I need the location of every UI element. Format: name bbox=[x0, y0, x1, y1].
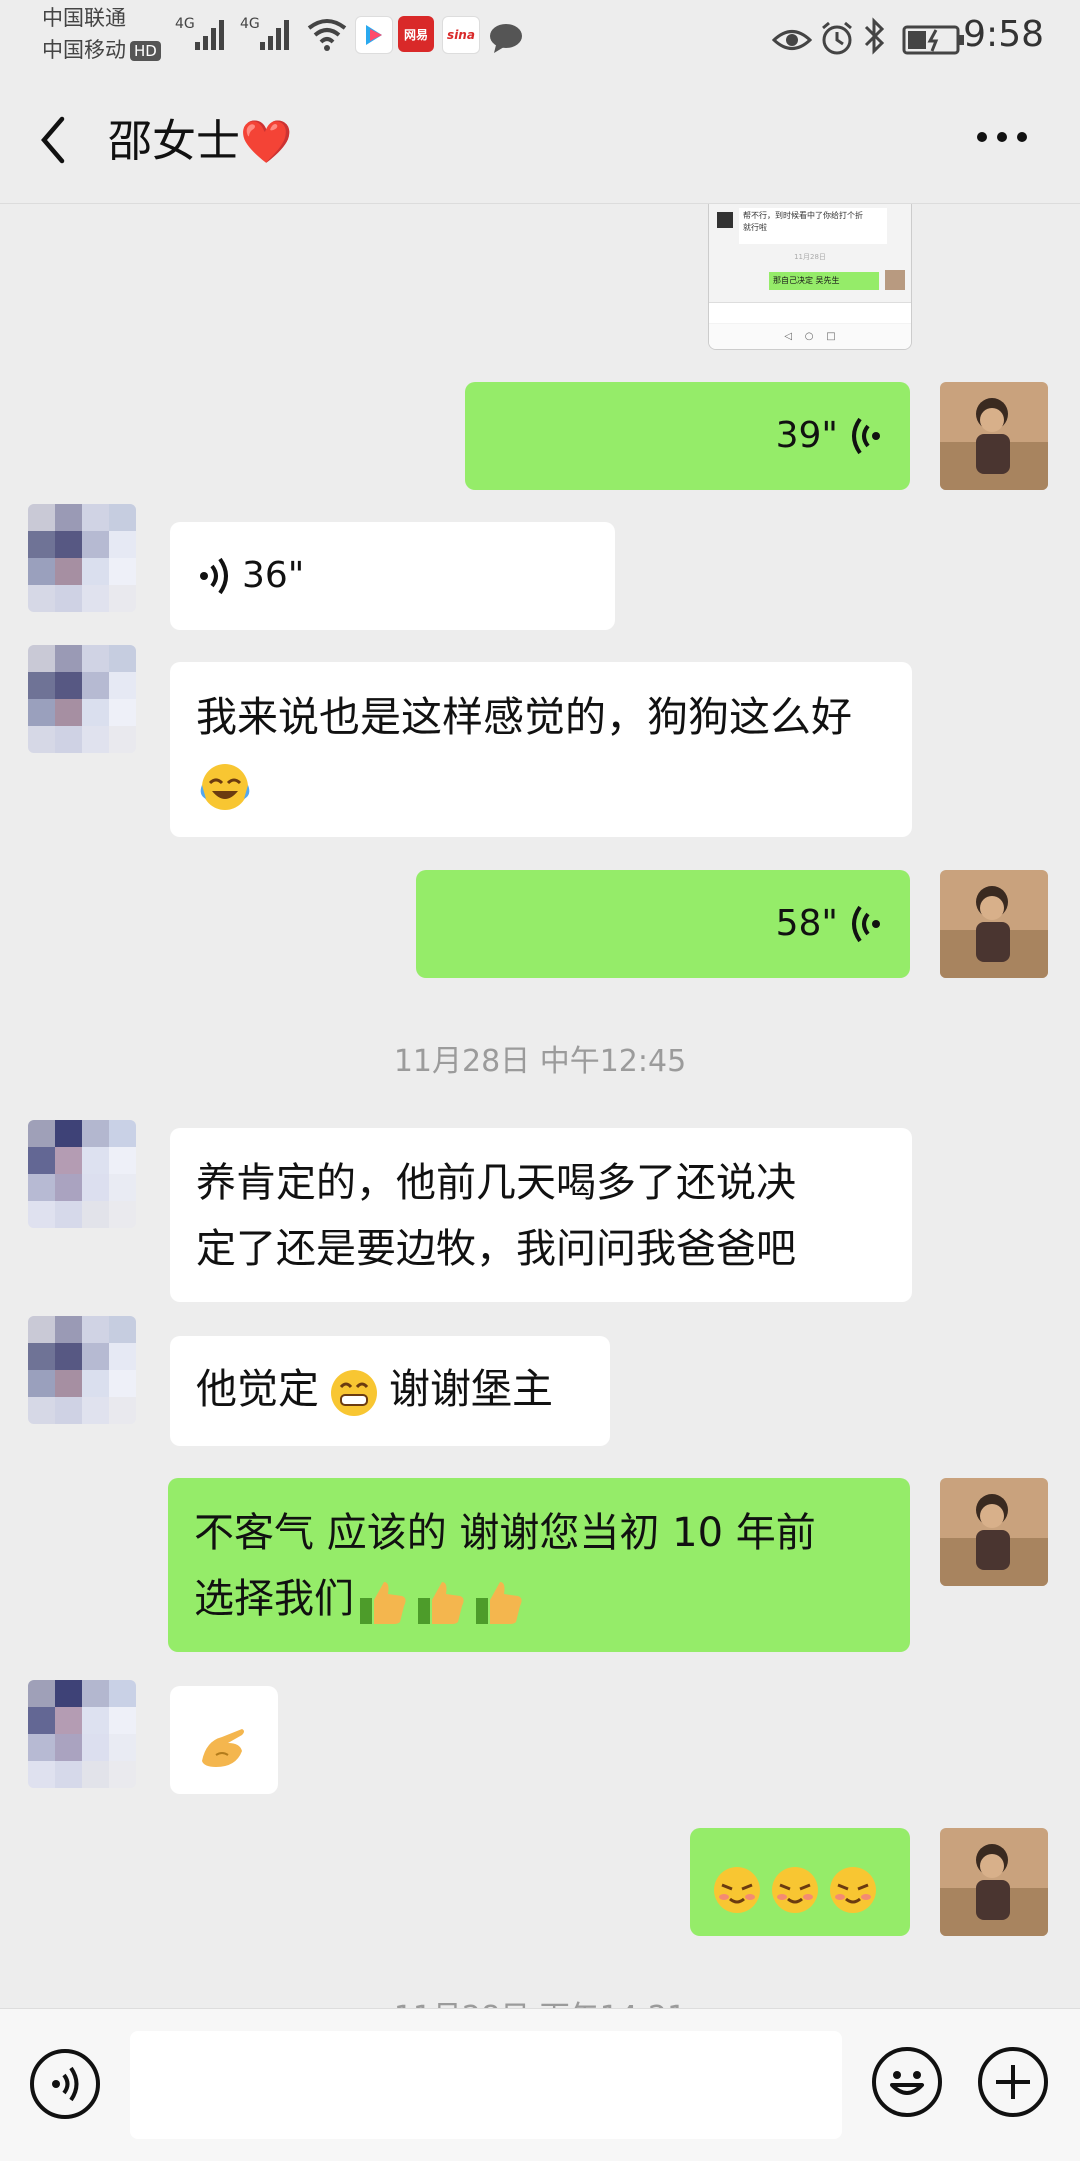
netease-icon: 网易 bbox=[398, 16, 434, 52]
heart-emoji: ❤️ bbox=[240, 117, 293, 166]
text-message[interactable]: 他觉定 谢谢堡主 bbox=[170, 1336, 610, 1446]
voice-duration: 36" bbox=[242, 555, 305, 596]
grin-emoji bbox=[331, 1370, 377, 1416]
svg-text:4G: 4G bbox=[240, 16, 260, 32]
eye-icon bbox=[772, 30, 812, 50]
image-message[interactable]: 帮不行，到时候看中了你给打个折 就行啦 11月28日 那自己决定 吴先生 ◁ ○… bbox=[708, 204, 912, 350]
carrier-name-2: 中国移动 HD bbox=[42, 38, 161, 62]
page-title: 邵女士❤️ bbox=[108, 116, 293, 167]
chat-header: 邵女士❤️ bbox=[0, 75, 1080, 204]
smiling-face-emoji bbox=[830, 1867, 876, 1913]
emoji-button[interactable] bbox=[872, 2047, 942, 2117]
voice-message[interactable]: 39" bbox=[465, 382, 910, 490]
message-icon bbox=[490, 24, 522, 53]
plus-icon bbox=[996, 2065, 1030, 2099]
wifi-icon bbox=[307, 19, 347, 51]
more-icon[interactable] bbox=[976, 130, 1028, 144]
sina-icon: sina bbox=[442, 16, 480, 54]
thumbs-up-emoji bbox=[360, 1582, 406, 1624]
emoji-message[interactable] bbox=[170, 1686, 278, 1794]
contact-avatar[interactable] bbox=[28, 1316, 136, 1424]
my-avatar[interactable] bbox=[940, 1478, 1048, 1586]
message-text: 不客气 应该的 谢谢您当初 10 年前 bbox=[194, 1510, 816, 1556]
hd-badge: HD bbox=[130, 41, 161, 61]
plus-button[interactable] bbox=[978, 2047, 1048, 2117]
contact-avatar[interactable] bbox=[28, 1680, 136, 1788]
contact-avatar[interactable] bbox=[28, 645, 136, 753]
voice-message[interactable]: 36" bbox=[170, 522, 615, 630]
carrier-name: 中国联通 bbox=[42, 6, 126, 30]
voice-input-button[interactable] bbox=[30, 2049, 100, 2119]
input-bar bbox=[0, 2008, 1080, 2161]
message-text: 他觉定 bbox=[196, 1365, 319, 1413]
voice-message[interactable]: 58" bbox=[416, 870, 910, 978]
clock: 9:58 bbox=[963, 14, 1044, 55]
contact-avatar[interactable] bbox=[28, 1120, 136, 1228]
message-text-2: 选择我们 bbox=[194, 1576, 354, 1622]
voice-input-icon bbox=[52, 2066, 79, 2102]
signal-icon-2: 4G bbox=[240, 16, 289, 50]
battery-icon bbox=[902, 25, 964, 55]
signal-icon: 4G bbox=[175, 16, 224, 50]
youku-icon bbox=[355, 16, 393, 54]
back-icon[interactable] bbox=[38, 115, 68, 165]
message-text-2: 谢谢堡主 bbox=[389, 1365, 553, 1413]
thumb-date: 11月28日 bbox=[794, 253, 826, 261]
alarm-icon bbox=[822, 21, 852, 55]
voice-wave-icon bbox=[852, 905, 880, 943]
thumbs-up-emoji bbox=[476, 1582, 522, 1624]
status-bar: 中国联通 中国移动 HD 4G 4G 网易 sina 9:58 bbox=[0, 0, 1080, 75]
message-text: 我来说也是这样感觉的，狗狗这么好 bbox=[196, 693, 852, 741]
message-text-2: 定了还是要边牧，我问问我爸爸吧 bbox=[196, 1226, 796, 1272]
message-text: 养肯定的，他前几天喝多了还说决 bbox=[196, 1160, 796, 1206]
emoji-message[interactable] bbox=[690, 1828, 910, 1936]
emoji-icon bbox=[890, 2071, 924, 2095]
thumb-reply: 那自己决定 吴先生 bbox=[769, 272, 879, 290]
my-avatar[interactable] bbox=[940, 870, 1048, 978]
smiling-face-emoji bbox=[714, 1867, 760, 1913]
thumb-text-2: 就行啦 bbox=[743, 223, 767, 232]
svg-text:4G: 4G bbox=[175, 16, 195, 32]
thumb-text: 帮不行，到时候看中了你给打个折 bbox=[743, 211, 863, 220]
voice-duration: 58" bbox=[775, 903, 838, 944]
ok-hand-emoji bbox=[202, 1729, 244, 1767]
text-message[interactable]: 养肯定的，他前几天喝多了还说决 定了还是要边牧，我问问我爸爸吧 bbox=[170, 1128, 912, 1302]
text-message[interactable]: 我来说也是这样感觉的，狗狗这么好 bbox=[170, 662, 912, 837]
my-avatar[interactable] bbox=[940, 1828, 1048, 1936]
smiling-face-emoji bbox=[772, 1867, 818, 1913]
contact-avatar[interactable] bbox=[28, 504, 136, 612]
laugh-cry-emoji bbox=[200, 764, 250, 810]
message-input[interactable] bbox=[130, 2031, 842, 2139]
bluetooth-icon bbox=[864, 17, 885, 55]
thumbs-up-emoji bbox=[418, 1582, 464, 1624]
timestamp: 11月28日 中午12:45 bbox=[393, 1044, 687, 1079]
voice-wave-icon bbox=[200, 557, 228, 595]
text-message[interactable]: 不客气 应该的 谢谢您当初 10 年前 选择我们 bbox=[168, 1478, 910, 1652]
my-avatar[interactable] bbox=[940, 382, 1048, 490]
voice-wave-icon bbox=[852, 417, 880, 455]
voice-duration: 39" bbox=[775, 415, 838, 456]
